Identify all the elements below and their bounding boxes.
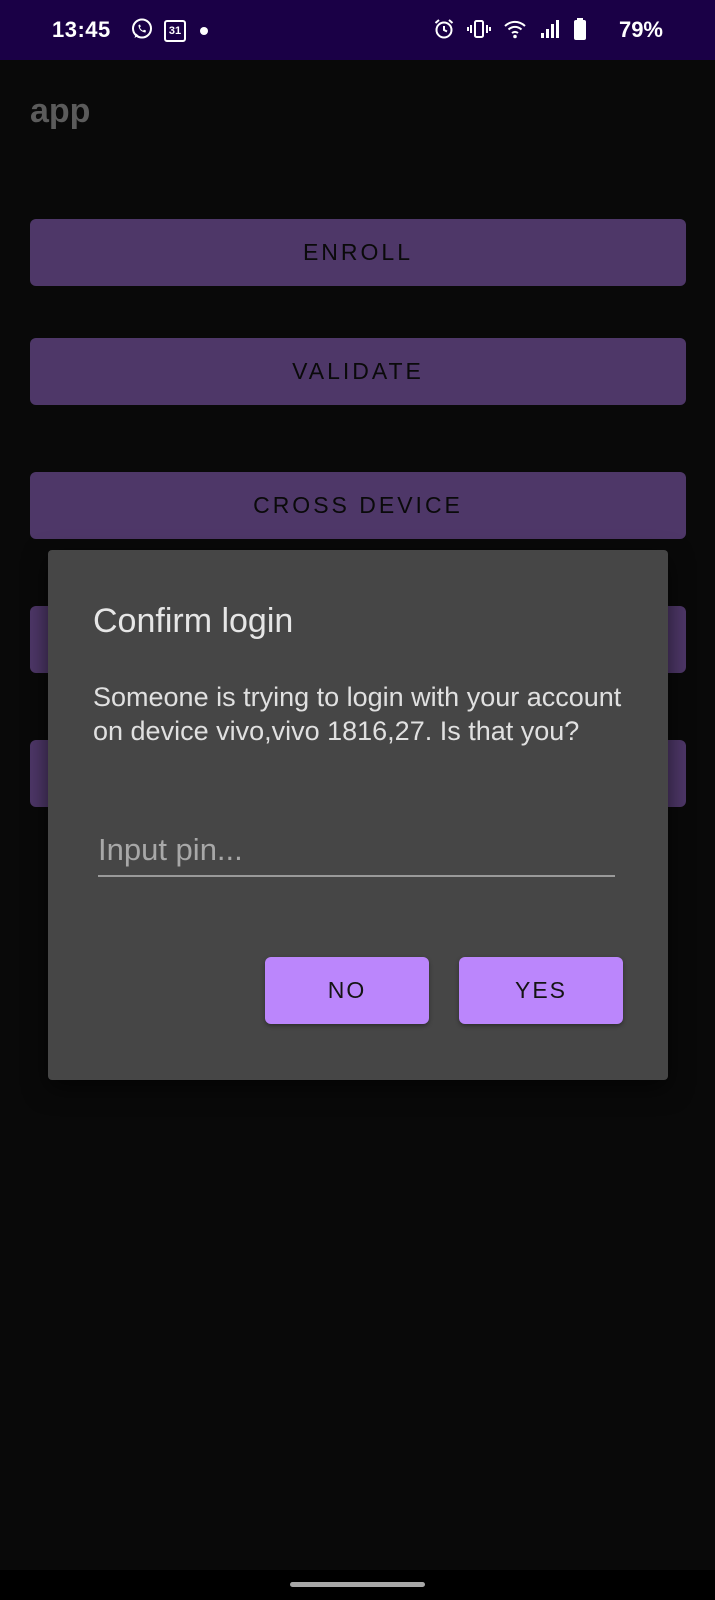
wifi-icon: [503, 18, 527, 45]
signal-icon: [539, 18, 561, 45]
calendar-icon: 31: [164, 20, 186, 42]
battery-percent: 79%: [618, 17, 663, 42]
cross-device-button[interactable]: CROSS DEVICE: [30, 472, 686, 539]
home-gesture-handle[interactable]: [290, 1582, 425, 1587]
yes-button[interactable]: YES: [459, 957, 623, 1024]
app-title: app: [30, 92, 91, 130]
vibrate-icon: [467, 18, 491, 45]
alarm-icon: [433, 18, 455, 45]
status-left-icons: 31: [130, 18, 208, 44]
no-button[interactable]: NO: [265, 957, 429, 1024]
status-bar: 13:45 31 79%: [0, 0, 715, 60]
confirm-login-dialog: Confirm login Someone is trying to login…: [48, 550, 668, 1080]
notification-dot-icon: [200, 27, 208, 35]
dialog-title: Confirm login: [93, 602, 294, 640]
navigation-bar: [0, 1570, 715, 1600]
pin-input[interactable]: [98, 825, 615, 877]
dialog-message: Someone is trying to login with your acc…: [93, 682, 622, 746]
app-screen: 13:45 31 79% app ENROLL VALIDATE CROSS D…: [0, 0, 715, 1600]
validate-button[interactable]: VALIDATE: [30, 338, 686, 405]
enroll-button[interactable]: ENROLL: [30, 219, 686, 286]
status-time: 13:45: [52, 17, 111, 42]
whatsapp-icon: [130, 17, 154, 46]
battery-icon: [573, 17, 587, 46]
